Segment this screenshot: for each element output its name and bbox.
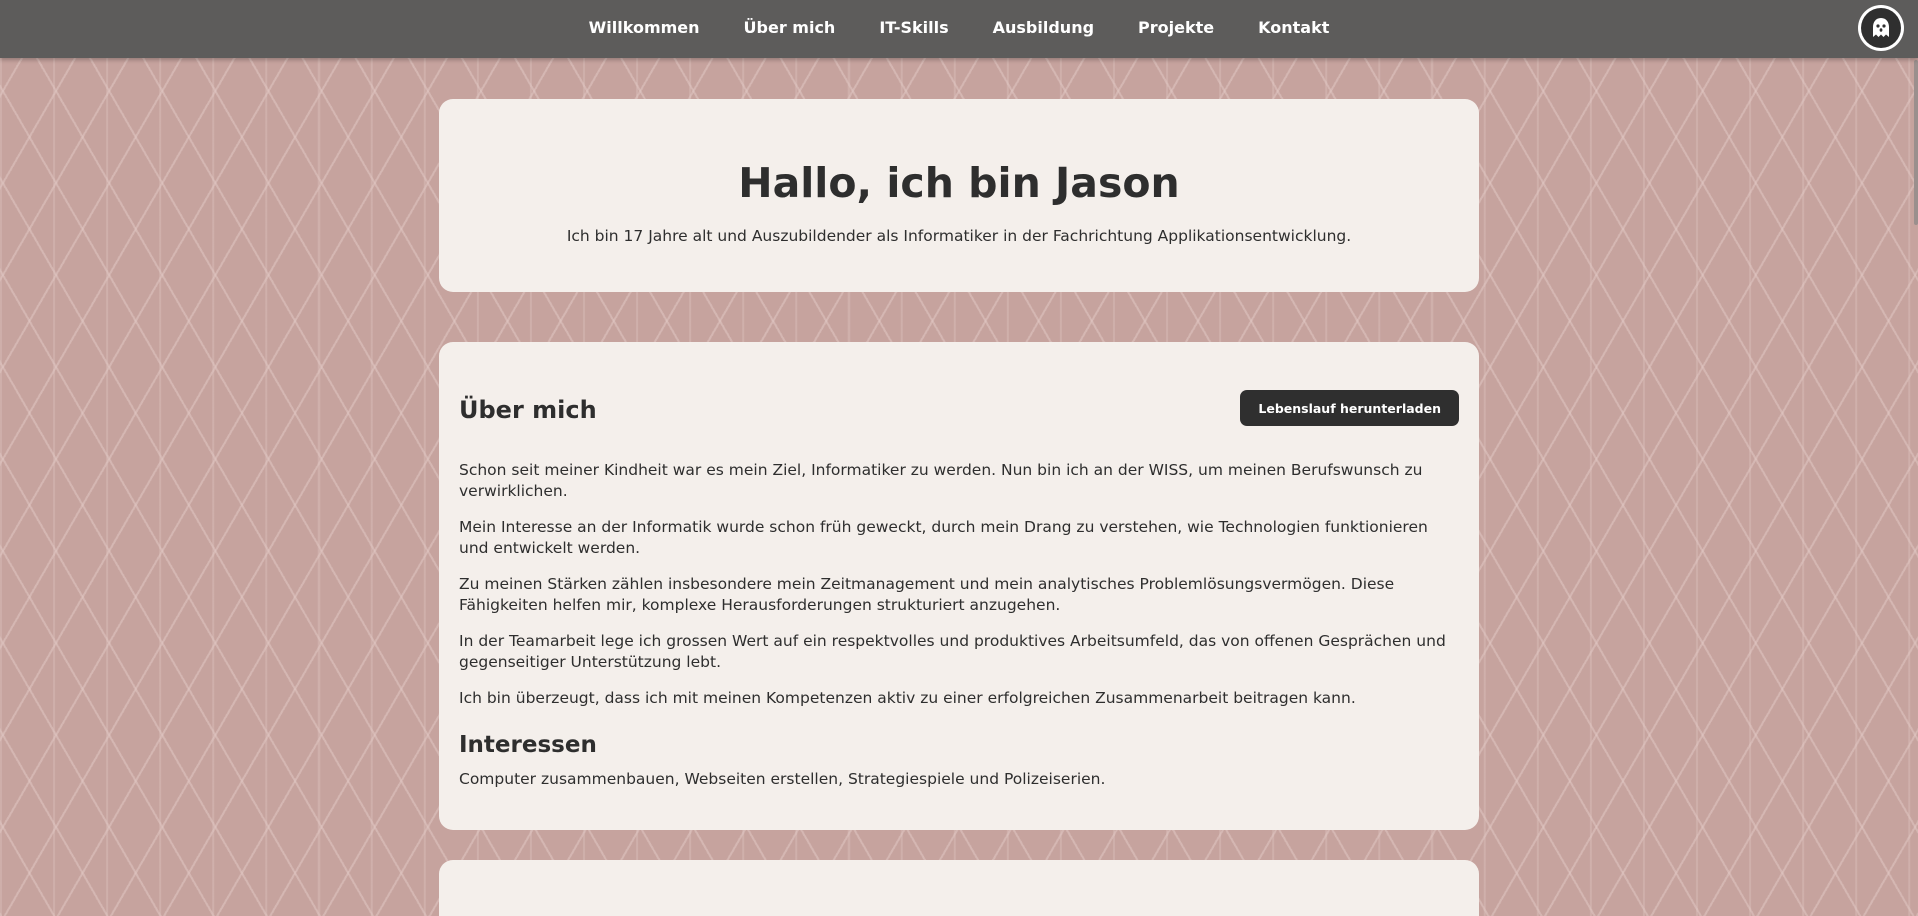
- interests-text: Computer zusammenbauen, Webseiten erstel…: [459, 770, 1106, 788]
- about-header: Über mich Lebenslauf herunterladen: [459, 390, 1459, 430]
- about-card: Über mich Lebenslauf herunterladen Schon…: [439, 342, 1479, 830]
- nav-link-kontakt[interactable]: Kontakt: [1258, 18, 1329, 37]
- hero-title: Hallo, ich bin Jason: [738, 159, 1180, 207]
- next-section-card: [439, 860, 1479, 916]
- about-title: Über mich: [459, 396, 597, 424]
- page-scrollbar[interactable]: [1914, 60, 1918, 225]
- interests-title: Interessen: [459, 731, 597, 758]
- about-paragraph: Zu meinen Stärken zählen insbesondere me…: [459, 575, 1395, 614]
- welcome-card: Hallo, ich bin Jason Ich bin 17 Jahre al…: [439, 99, 1479, 292]
- hero-subtitle: Ich bin 17 Jahre alt und Auszubildender …: [566, 227, 1352, 245]
- about-paragraph: Mein Interesse an der Informatik wurde s…: [459, 518, 1428, 557]
- nav-link-willkommen[interactable]: Willkommen: [589, 18, 700, 37]
- nav-link-ausbildung[interactable]: Ausbildung: [993, 18, 1094, 37]
- about-paragraph: In der Teamarbeit lege ich grossen Wert …: [459, 632, 1446, 671]
- download-cv-button[interactable]: Lebenslauf herunterladen: [1240, 390, 1459, 426]
- nav-link-ueber-mich[interactable]: Über mich: [744, 18, 836, 37]
- top-navigation-bar: Willkommen Über mich IT-Skills Ausbildun…: [0, 0, 1918, 58]
- nav-link-it-skills[interactable]: IT-Skills: [879, 18, 948, 37]
- about-body: Schon seit meiner Kindheit war es mein Z…: [459, 460, 1459, 806]
- nav-links: Willkommen Über mich IT-Skills Ausbildun…: [0, 0, 1918, 54]
- nav-link-projekte[interactable]: Projekte: [1138, 18, 1214, 37]
- about-paragraph: Schon seit meiner Kindheit war es mein Z…: [459, 461, 1423, 500]
- profile-button[interactable]: [1858, 5, 1904, 51]
- ghost-icon: [1861, 8, 1901, 48]
- about-paragraph: Ich bin überzeugt, dass ich mit meinen K…: [459, 689, 1356, 707]
